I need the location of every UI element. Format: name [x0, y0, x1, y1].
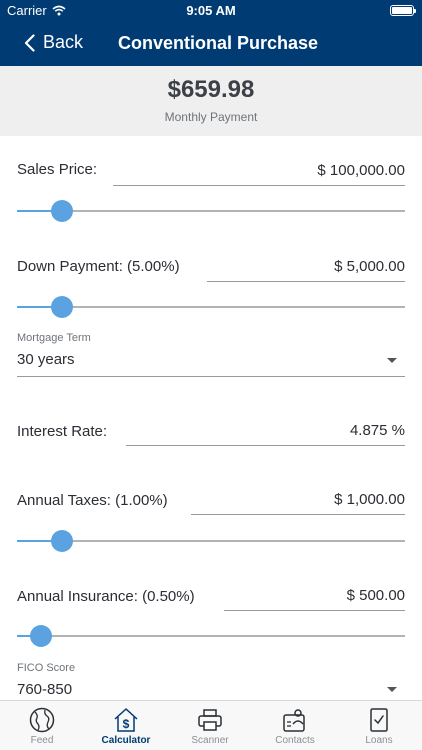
annual-insurance-value: $ 500.00: [346, 587, 405, 604]
annual-insurance-label: Annual Insurance: (0.50%): [17, 588, 195, 605]
slider-track: [17, 210, 405, 212]
fico-score-select[interactable]: 760-850: [17, 676, 405, 700]
nav-bar: Back Conventional Purchase: [0, 22, 422, 66]
sales-price-input[interactable]: $ 100,000.00: [113, 150, 405, 186]
tab-label: Loans: [365, 735, 393, 746]
interest-rate-label: Interest Rate:: [17, 423, 108, 440]
chevron-left-icon: [24, 33, 35, 52]
slider-track: [17, 306, 405, 308]
tab-loans[interactable]: Loans: [337, 704, 421, 750]
down-payment-value: $ 5,000.00: [334, 258, 405, 275]
status-bar: Carrier 9:05 AM: [0, 0, 422, 22]
tab-bar: Feed $ Calculator Scanner Contacts Loans: [0, 700, 422, 750]
slider-thumb[interactable]: [50, 200, 73, 222]
tab-label: Feed: [30, 735, 54, 746]
tab-label: Scanner: [191, 735, 229, 746]
mortgage-term-select[interactable]: 30 years: [17, 347, 405, 377]
annual-taxes-slider[interactable]: [17, 529, 405, 553]
tab-label: Calculator: [101, 735, 151, 746]
back-button[interactable]: Back: [24, 32, 83, 53]
down-payment-input[interactable]: $ 5,000.00: [207, 246, 405, 282]
slider-thumb[interactable]: [30, 625, 53, 647]
house-dollar-icon: $: [114, 708, 138, 732]
interest-rate-value: 4.875 %: [349, 422, 405, 439]
annual-taxes-label: Annual Taxes: (1.00%): [17, 492, 168, 509]
back-label: Back: [43, 32, 84, 52]
annual-taxes-input[interactable]: $ 1,000.00: [191, 479, 405, 515]
annual-insurance-input[interactable]: $ 500.00: [224, 575, 405, 611]
svg-text:$: $: [123, 717, 130, 731]
page-title: Conventional Purchase: [118, 33, 319, 53]
printer-icon: [198, 709, 222, 731]
fico-score-value: 760-850: [17, 681, 73, 698]
tab-contacts[interactable]: Contacts: [253, 704, 337, 750]
tab-label: Contacts: [275, 735, 315, 746]
chevron-down-icon: [387, 358, 397, 363]
monthly-payment-amount: $659.98: [167, 76, 255, 103]
annual-insurance-slider[interactable]: [17, 624, 405, 648]
contact-card-icon: [283, 709, 305, 732]
checklist-icon: [370, 708, 388, 732]
slider-track: [17, 635, 405, 637]
chevron-down-icon: [387, 687, 397, 692]
slider-track: [17, 540, 405, 542]
payment-summary: $659.98 Monthly Payment: [0, 66, 422, 136]
sales-price-slider[interactable]: [17, 199, 405, 223]
annual-taxes-value: $ 1,000.00: [334, 491, 405, 508]
globe-icon: [29, 707, 55, 733]
mortgage-term-value: 30 years: [17, 351, 75, 368]
down-payment-label: Down Payment: (5.00%): [17, 258, 180, 275]
tab-feed[interactable]: Feed: [0, 704, 84, 750]
interest-rate-input[interactable]: 4.875 %: [126, 410, 405, 446]
tab-scanner[interactable]: Scanner: [168, 704, 252, 750]
battery-icon: [390, 5, 416, 16]
sales-price-value: $ 100,000.00: [317, 162, 405, 179]
slider-thumb[interactable]: [50, 296, 73, 318]
fico-score-label: FICO Score: [17, 662, 76, 674]
slider-thumb[interactable]: [50, 530, 73, 552]
mortgage-term-label: Mortgage Term: [17, 332, 91, 344]
down-payment-slider[interactable]: [17, 295, 405, 319]
tab-calculator[interactable]: $ Calculator: [84, 704, 168, 750]
monthly-payment-label: Monthly Payment: [164, 110, 258, 124]
status-time: 9:05 AM: [186, 3, 236, 18]
sales-price-label: Sales Price:: [17, 161, 98, 178]
